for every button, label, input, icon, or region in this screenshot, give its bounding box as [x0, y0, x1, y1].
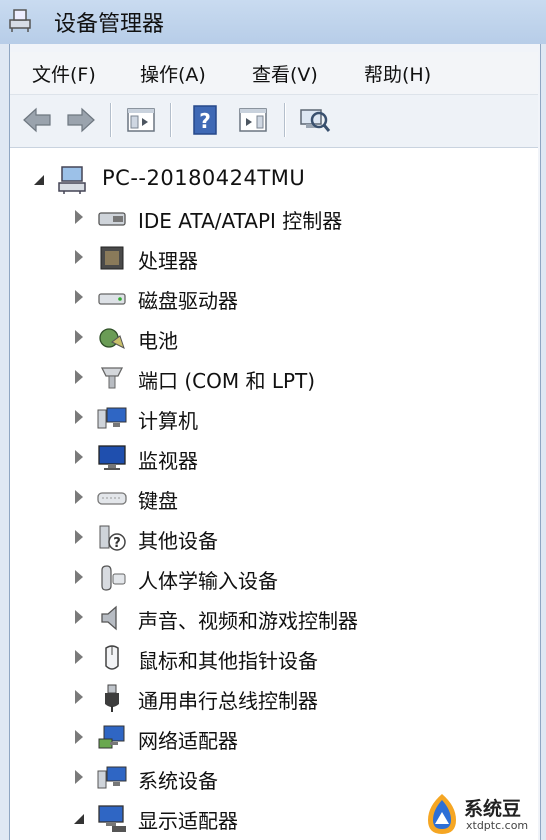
tree-item-label: 处理器 — [138, 249, 198, 273]
tree-item-label: 网络适配器 — [138, 729, 238, 753]
tree-item-label: 电池 — [138, 329, 178, 353]
expand-arrow-icon[interactable] — [75, 610, 83, 624]
toolbar-separator — [110, 103, 112, 137]
tree-item-mouse[interactable]: 鼠标和其他指针设备 — [10, 638, 538, 678]
ide-controller-icon — [98, 212, 126, 226]
usb-icon — [105, 684, 119, 712]
tree-item-network-adapter[interactable]: 网络适配器 — [10, 718, 538, 758]
collapse-arrow-icon[interactable] — [74, 814, 84, 824]
tree-item-disk-drive[interactable]: 磁盘驱动器 — [10, 278, 538, 318]
toolbar-separator — [170, 103, 172, 137]
menu-help[interactable]: 帮助(H) — [364, 60, 431, 87]
expand-arrow-icon[interactable] — [75, 770, 83, 784]
monitor-icon — [98, 445, 126, 470]
tree-item-label: 系统设备 — [138, 769, 218, 793]
show-hide-console-tree-icon[interactable] — [236, 104, 270, 136]
tree-item-label: 端口 (COM 和 LPT) — [138, 369, 316, 393]
expand-arrow-icon[interactable] — [75, 370, 83, 384]
svg-text:?: ? — [199, 109, 211, 133]
properties-pane-icon[interactable] — [124, 104, 158, 136]
tree-item-usb[interactable]: 通用串行总线控制器 — [10, 678, 538, 718]
tree-item-hid[interactable]: 人体学输入设备 — [10, 558, 538, 598]
tree-item-label: 键盘 — [138, 489, 178, 513]
expand-arrow-icon[interactable] — [75, 250, 83, 264]
expand-arrow-icon[interactable] — [75, 330, 83, 344]
tree-item-label: 监视器 — [138, 449, 198, 473]
svg-text:?: ? — [113, 536, 121, 551]
menu-view[interactable]: 查看(V) — [252, 60, 318, 87]
tree-item-monitor[interactable]: 监视器 — [10, 438, 538, 478]
battery-icon — [99, 328, 125, 349]
sound-icon — [101, 605, 117, 631]
title-bar: 设备管理器 — [0, 0, 546, 44]
tree-item-port[interactable]: 端口 (COM 和 LPT) — [10, 358, 538, 398]
forward-icon[interactable] — [64, 104, 98, 136]
computer-tree-icon — [58, 166, 86, 194]
keyboard-icon — [97, 492, 127, 505]
expand-arrow-icon[interactable] — [75, 410, 83, 424]
menu-bar: 文件(F) 操作(A) 查看(V) 帮助(H) — [10, 52, 538, 95]
expand-arrow-icon[interactable] — [75, 210, 83, 224]
tree-item-other-devices[interactable]: ? 其他设备 — [10, 518, 538, 558]
tree-item-label: 人体学输入设备 — [138, 569, 278, 593]
watermark-logo-icon — [428, 794, 456, 834]
tree-item-label: 鼠标和其他指针设备 — [138, 649, 318, 673]
tree-item-label: 声音、视频和游戏控制器 — [138, 609, 358, 633]
watermark-logo: 系统豆 xtdptc.com — [420, 790, 546, 840]
expand-arrow-icon[interactable] — [75, 650, 83, 664]
expand-arrow-icon[interactable] — [75, 570, 83, 584]
other-devices-icon: ? — [99, 525, 126, 551]
tree-item-label: 磁盘驱动器 — [138, 289, 238, 313]
toolbar-separator — [284, 103, 286, 137]
toolbar: ? — [10, 95, 538, 148]
tree-item-processor[interactable]: 处理器 — [10, 238, 538, 278]
watermark-name: 系统豆 — [464, 798, 522, 820]
device-tree: PC--20180424TMU IDE ATA/ATAPI 控制器 处理器 磁盘… — [10, 148, 538, 840]
expand-arrow-icon[interactable] — [75, 730, 83, 744]
expand-arrow-icon[interactable] — [75, 690, 83, 704]
tree-item-ide-controller[interactable]: IDE ATA/ATAPI 控制器 — [10, 198, 538, 238]
processor-icon — [100, 246, 124, 270]
tree-root-label: PC--20180424TMU — [102, 166, 306, 190]
tree-root-row[interactable]: PC--20180424TMU — [10, 160, 538, 200]
window-title: 设备管理器 — [54, 12, 165, 37]
expand-arrow-icon[interactable] — [75, 290, 83, 304]
tree-item-label: 通用串行总线控制器 — [138, 689, 318, 713]
back-icon[interactable] — [20, 104, 54, 136]
mouse-icon — [105, 645, 119, 670]
tree-item-computer[interactable]: 计算机 — [10, 398, 538, 438]
computer-icon — [97, 407, 127, 429]
tree-item-label: 其他设备 — [138, 529, 218, 553]
expand-arrow-icon[interactable] — [75, 490, 83, 504]
tree-item-label: 显示适配器 — [138, 809, 238, 833]
help-icon[interactable]: ? — [188, 104, 222, 136]
tree-item-label: IDE ATA/ATAPI 控制器 — [138, 209, 343, 233]
tree-item-keyboard[interactable]: 键盘 — [10, 478, 538, 518]
disk-drive-icon — [98, 293, 126, 305]
scan-hardware-icon[interactable] — [298, 104, 332, 136]
expand-arrow-icon[interactable] — [75, 450, 83, 464]
tree-item-sound[interactable]: 声音、视频和游戏控制器 — [10, 598, 538, 638]
device-manager-app-icon — [9, 9, 31, 32]
expand-arrow-icon[interactable] — [75, 530, 83, 544]
watermark-url: xtdptc.com — [466, 819, 529, 832]
collapse-arrow-icon[interactable] — [34, 175, 44, 185]
tree-item-battery[interactable]: 电池 — [10, 318, 538, 358]
port-icon — [100, 367, 124, 389]
tree-item-label: 计算机 — [138, 409, 198, 433]
display-adapter-icon — [98, 805, 126, 832]
system-devices-icon — [97, 766, 127, 789]
menu-file[interactable]: 文件(F) — [32, 60, 96, 87]
hid-icon — [101, 565, 126, 591]
network-adapter-icon — [98, 725, 125, 749]
menu-action[interactable]: 操作(A) — [140, 60, 206, 87]
